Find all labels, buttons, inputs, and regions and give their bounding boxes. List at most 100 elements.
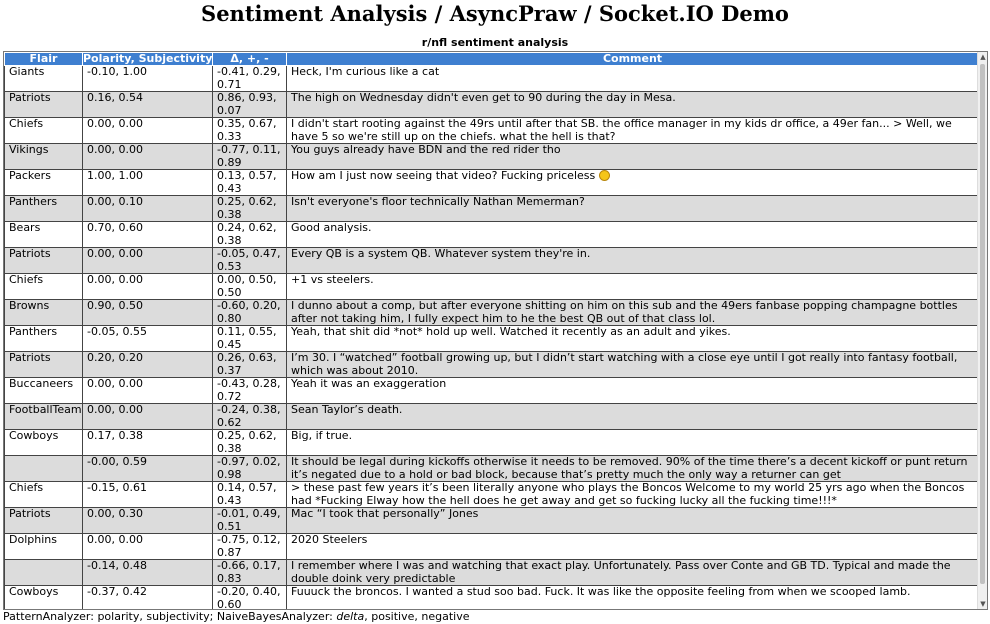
table-row: Vikings 0.00, 0.00 -0.77, 0.11, 0.89 You gu… — [4, 143, 978, 170]
naive-bayes-cell: 0.86, 0.93, 0.07 — [212, 91, 287, 118]
comment-cell: Isn't everyone's floor technically Natha… — [286, 195, 978, 222]
polarity-cell: -0.00, 0.59 — [82, 455, 213, 482]
table-row: Cowboys 0.17, 0.38 0.25, 0.62, 0.38 Big, if… — [4, 429, 978, 456]
flair-cell: Chiefs — [4, 481, 83, 508]
polarity-cell-text: 0.00, 0.00 — [87, 273, 143, 286]
scrollbar-thumb[interactable] — [980, 64, 985, 584]
comment-cell: Every QB is a system QB. Whatever system… — [286, 247, 978, 274]
comment-cell: Sean Taylor’s death. — [286, 403, 978, 430]
vertical-scrollbar[interactable]: ▲ ▼ — [977, 52, 987, 609]
comment-cell: > these past few years it’s been literal… — [286, 481, 978, 508]
table-row: Chiefs 0.00, 0.00 0.35, 0.67, 0.33 I didn't… — [4, 117, 978, 144]
polarity-cell-text: 0.90, 0.50 — [87, 299, 143, 312]
polarity-cell-text: 0.00, 0.00 — [87, 377, 143, 390]
table-row: Panthers -0.05, 0.55 0.11, 0.55, 0.45 Yeah,… — [4, 325, 978, 352]
flair-cell: Patriots — [4, 91, 83, 118]
table-row: FootballTeam 0.00, 0.00 -0.24, 0.38, 0.62 S… — [4, 403, 978, 430]
comment-cell-text: How am I just now seeing that video? Fuc… — [291, 169, 596, 182]
comment-cell: I dunno about a comp, but after everyone… — [286, 299, 978, 326]
flair-cell: Chiefs — [4, 117, 83, 144]
flair-cell — [4, 559, 83, 586]
comment-cell: Heck, I'm curious like a cat — [286, 65, 978, 92]
naive-bayes-cell: 0.24, 0.62, 0.38 — [212, 221, 287, 248]
naive-bayes-cell: -0.20, 0.40, 0.60 — [212, 585, 287, 609]
naive-bayes-cell-text: -0.75, 0.12, 0.87 — [217, 533, 281, 559]
scroll-up-arrow-icon[interactable]: ▲ — [978, 52, 987, 62]
naive-bayes-cell: -0.01, 0.49, 0.51 — [212, 507, 287, 534]
polarity-cell: -0.14, 0.48 — [82, 559, 213, 586]
footer-legend: PatternAnalyzer: polarity, subjectivity;… — [3, 610, 469, 624]
comment-cell-text: Heck, I'm curious like a cat — [291, 65, 440, 78]
flair-cell: Patriots — [4, 351, 83, 378]
naive-bayes-cell-text: 0.14, 0.57, 0.43 — [217, 481, 277, 507]
flair-cell-text: Cowboys — [9, 585, 59, 598]
table-row: Chiefs -0.15, 0.61 0.14, 0.57, 0.43 > these… — [4, 481, 978, 508]
table-row: Patriots 0.20, 0.20 0.26, 0.63, 0.37 I’m 30… — [4, 351, 978, 378]
table-row: Browns 0.90, 0.50 -0.60, 0.20, 0.80 I dunno… — [4, 299, 978, 326]
flair-cell: Panthers — [4, 195, 83, 222]
polarity-cell: -0.10, 1.00 — [82, 65, 213, 92]
table-row: Patriots 0.00, 0.00 -0.05, 0.47, 0.53 Every… — [4, 247, 978, 274]
naive-bayes-cell: 0.11, 0.55, 0.45 — [212, 325, 287, 352]
polarity-cell: 0.90, 0.50 — [82, 299, 213, 326]
scroll-down-arrow-icon[interactable]: ▼ — [978, 599, 987, 609]
naive-bayes-cell-text: 0.86, 0.93, 0.07 — [217, 91, 277, 117]
naive-bayes-cell-text: -0.66, 0.17, 0.83 — [217, 559, 281, 585]
comment-cell-text: Yeah it was an exaggeration — [291, 377, 447, 390]
flair-cell-text: Browns — [9, 299, 50, 312]
flair-cell: Buccaneers — [4, 377, 83, 404]
comment-cell-text: I dunno about a comp, but after everyone… — [291, 299, 958, 325]
polarity-cell: 0.00, 0.00 — [82, 117, 213, 144]
table-body: Giants -0.10, 1.00 -0.41, 0.29, 0.71 Heck, … — [4, 65, 978, 609]
polarity-cell: -0.15, 0.61 — [82, 481, 213, 508]
naive-bayes-cell: -0.24, 0.38, 0.62 — [212, 403, 287, 430]
polarity-cell: 0.00, 0.30 — [82, 507, 213, 534]
flair-cell-text: Bears — [9, 221, 41, 234]
polarity-cell: 0.00, 0.00 — [82, 143, 213, 170]
polarity-cell: 0.00, 0.00 — [82, 273, 213, 300]
polarity-cell: 0.00, 0.00 — [82, 377, 213, 404]
naive-bayes-cell-text: 0.24, 0.62, 0.38 — [217, 221, 277, 247]
naive-bayes-cell: -0.43, 0.28, 0.72 — [212, 377, 287, 404]
table-row: Dolphins 0.00, 0.00 -0.75, 0.12, 0.87 2020 … — [4, 533, 978, 560]
comment-cell: It should be legal during kickoffs other… — [286, 455, 978, 482]
comment-cell: Mac “I took that personally” Jones — [286, 507, 978, 534]
comment-cell: +1 vs steelers. — [286, 273, 978, 300]
comment-cell: Fuuuck the broncos. I wanted a stud soo … — [286, 585, 978, 609]
flair-cell-text: Buccaneers — [9, 377, 74, 390]
naive-bayes-cell: -0.05, 0.47, 0.53 — [212, 247, 287, 274]
table-row: Buccaneers 0.00, 0.00 -0.43, 0.28, 0.72 Yea… — [4, 377, 978, 404]
naive-bayes-cell: 0.00, 0.50, 0.50 — [212, 273, 287, 300]
naive-bayes-cell-text: 0.11, 0.55, 0.45 — [217, 325, 277, 351]
comment-cell-text: You guys already have BDN and the red ri… — [291, 143, 561, 156]
flair-cell-text: Chiefs — [9, 481, 44, 494]
naive-bayes-cell: 0.13, 0.57, 0.43 — [212, 169, 287, 196]
table-scroll-area[interactable]: Flair Polarity, Subjectivity Δ, +, - Com… — [4, 52, 978, 609]
polarity-cell-text: 0.00, 0.10 — [87, 195, 143, 208]
flair-cell: Browns — [4, 299, 83, 326]
naive-bayes-cell-text: -0.24, 0.38, 0.62 — [217, 403, 281, 429]
naive-bayes-cell: -0.66, 0.17, 0.83 — [212, 559, 287, 586]
comment-cell-text: Yeah, that shit did *not* hold up well. … — [291, 325, 731, 338]
comment-cell: How am I just now seeing that video? Fuc… — [286, 169, 978, 196]
naive-bayes-cell-text: -0.41, 0.29, 0.71 — [217, 65, 281, 91]
naive-bayes-cell-text: 0.00, 0.50, 0.50 — [217, 273, 277, 299]
column-header-polarity: Polarity, Subjectivity — [82, 52, 213, 66]
footer-delta: delta — [336, 610, 365, 623]
comment-cell-text: Mac “I took that personally” Jones — [291, 507, 479, 520]
flair-cell-text: Patriots — [9, 247, 51, 260]
sentiment-table: Flair Polarity, Subjectivity Δ, +, - Com… — [4, 52, 978, 609]
page-title: Sentiment Analysis / AsyncPraw / Socket.… — [201, 1, 789, 26]
polarity-cell-text: 1.00, 1.00 — [87, 169, 143, 182]
polarity-cell: -0.05, 0.55 — [82, 325, 213, 352]
comment-cell-text: Big, if true. — [291, 429, 353, 442]
table-row: Patriots 0.00, 0.30 -0.01, 0.49, 0.51 Mac “… — [4, 507, 978, 534]
naive-bayes-cell-text: 0.25, 0.62, 0.38 — [217, 195, 277, 221]
comment-cell: I’m 30. I “watched” football growing up,… — [286, 351, 978, 378]
polarity-cell: 0.16, 0.54 — [82, 91, 213, 118]
column-header-comment: Comment — [286, 52, 978, 66]
polarity-cell-text: -0.15, 0.61 — [87, 481, 147, 494]
footer-prefix: PatternAnalyzer: polarity, subjectivity;… — [3, 610, 337, 623]
comment-cell: The high on Wednesday didn't even get to… — [286, 91, 978, 118]
table-row: -0.00, 0.59 -0.97, 0.02, 0.98 It should be… — [4, 455, 978, 482]
